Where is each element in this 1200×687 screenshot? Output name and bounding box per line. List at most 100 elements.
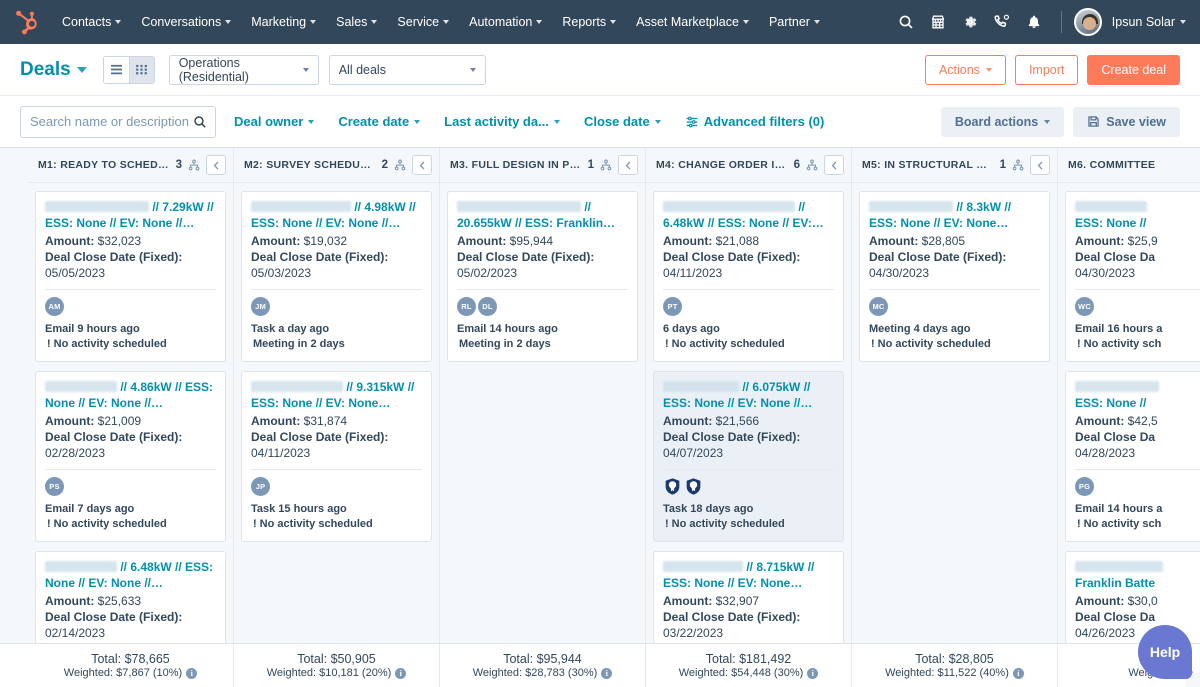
advanced-filters-button[interactable]: Advanced filters (0) xyxy=(685,114,824,129)
filter-last-activity-date[interactable]: Last activity da... xyxy=(444,114,560,129)
column-collapse-button[interactable] xyxy=(206,155,226,175)
card-divider xyxy=(45,289,216,290)
info-icon[interactable]: i xyxy=(807,667,819,679)
avatar[interactable] xyxy=(1073,8,1102,36)
owner-avatar[interactable]: MC xyxy=(869,297,888,316)
column-total-cell: Total: $78,665 Weighted: $7,867 (10%) i xyxy=(28,644,234,687)
column-automation-icon[interactable] xyxy=(188,159,200,171)
user-menu[interactable]: Ipsun Solar xyxy=(1112,15,1186,29)
column-collapse-button[interactable] xyxy=(1030,155,1050,175)
nav-item-service[interactable]: Service xyxy=(387,9,459,35)
board-actions-button[interactable]: Board actions xyxy=(940,106,1065,137)
info-icon[interactable]: i xyxy=(186,667,198,679)
deal-card[interactable]: // 7.29kW //ESS: None // EV: None //… Amo… xyxy=(35,191,226,362)
nav-item-conversations[interactable]: Conversations xyxy=(131,9,241,35)
deal-amount-value: $21,009 xyxy=(97,414,142,428)
deal-card-title: // 8.3kW //ESS: None // EV: None… xyxy=(869,200,1040,231)
deal-card[interactable]: //20.655kW // ESS: Franklin… Amount: $95,… xyxy=(447,191,638,362)
deal-card[interactable]: // 4.86kW // ESS: None // EV: None //… Amo… xyxy=(35,371,226,542)
nav-item-marketing[interactable]: Marketing xyxy=(241,9,326,35)
search-box[interactable] xyxy=(20,105,232,138)
marketplace-icon[interactable] xyxy=(923,7,953,37)
deal-card[interactable]: ESS: None //Amount: $25,9 Deal Close Da 04… xyxy=(1065,191,1200,362)
column-automation-icon[interactable] xyxy=(600,159,612,171)
info-icon[interactable]: i xyxy=(601,667,613,679)
deal-title-spec-line2: ESS: None // EV: None… xyxy=(251,395,391,410)
deal-next-activity: ! No activity scheduled xyxy=(663,517,834,532)
help-button[interactable]: Help xyxy=(1138,625,1192,679)
notifications-bell-icon[interactable] xyxy=(1019,7,1049,37)
company-shield-icon[interactable] xyxy=(684,477,703,496)
filter-create-date[interactable]: Create date xyxy=(338,114,421,129)
deal-card[interactable]: // 9.315kW //ESS: None // EV: None… Amoun… xyxy=(241,371,432,542)
page-title-label: Deals xyxy=(20,58,71,80)
nav-label: Automation xyxy=(469,15,533,29)
owner-avatar[interactable]: PT xyxy=(663,297,682,316)
warning-icon: ! xyxy=(47,338,51,350)
deal-close-date-value: 02/28/2023 xyxy=(45,446,106,460)
deal-close-date-value: 04/30/2023 xyxy=(869,266,930,280)
column-automation-icon[interactable] xyxy=(1012,159,1024,171)
deals-filter-select[interactable]: All deals xyxy=(328,54,486,85)
nav-item-reports[interactable]: Reports xyxy=(552,9,626,35)
nav-item-contacts[interactable]: Contacts xyxy=(52,9,131,35)
deal-owner-avatars: WC xyxy=(1075,297,1200,316)
column-collapse-button[interactable] xyxy=(824,155,844,175)
nav-item-partner[interactable]: Partner xyxy=(759,9,830,35)
board-totals-footer: Total: $78,665 Weighted: $7,867 (10%) i Tot… xyxy=(0,643,1200,687)
nav-item-asset-marketplace[interactable]: Asset Marketplace xyxy=(626,9,759,35)
create-deal-button[interactable]: Create deal xyxy=(1087,54,1180,85)
owner-avatar[interactable]: RL xyxy=(457,297,476,316)
warning-icon: ! xyxy=(253,518,257,530)
deal-close-date-label: Deal Close Da xyxy=(1075,430,1156,444)
owner-avatar[interactable]: PG xyxy=(1075,477,1094,496)
deal-card[interactable]: // 8.715kW //ESS: None // EV: None… Amoun… xyxy=(653,551,844,651)
owner-avatar[interactable]: JM xyxy=(251,297,270,316)
column-collapse-button[interactable] xyxy=(618,155,638,175)
search-icon[interactable] xyxy=(891,7,921,37)
user-name-label: Ipsun Solar xyxy=(1111,15,1175,29)
calling-icon[interactable] xyxy=(987,7,1017,37)
info-icon[interactable]: i xyxy=(395,667,407,679)
save-disk-icon xyxy=(1088,116,1099,127)
save-view-button[interactable]: Save view xyxy=(1073,106,1180,137)
deal-card[interactable]: // 4.98kW //ESS: None // EV: None //… Amo… xyxy=(241,191,432,362)
owner-avatar[interactable]: AM xyxy=(45,297,64,316)
deal-title-spec: // 7.29kW // xyxy=(152,200,214,214)
owner-avatar[interactable]: DL xyxy=(478,297,497,316)
import-button[interactable]: Import xyxy=(1014,54,1079,85)
filter-bar-right: Board actions Save view xyxy=(940,106,1180,137)
weighted-label: Weighted: $7,867 (10%) xyxy=(63,667,183,679)
deal-card[interactable]: ESS: None //Amount: $42,5 Deal Close Da 04… xyxy=(1065,371,1200,542)
owner-avatar[interactable]: PS xyxy=(45,477,64,496)
header-actions: Actions Import Create deal xyxy=(924,54,1180,85)
filter-close-date[interactable]: Close date xyxy=(584,114,661,129)
info-icon[interactable]: i xyxy=(1012,667,1024,679)
column-collapse-button[interactable] xyxy=(412,155,432,175)
owner-avatar[interactable]: JP xyxy=(251,477,270,496)
pipeline-select[interactable]: Operations (Residential) xyxy=(168,54,319,85)
owner-avatar[interactable]: WC xyxy=(1075,297,1094,316)
hubspot-logo[interactable] xyxy=(14,9,40,35)
column-automation-icon[interactable] xyxy=(394,159,406,171)
board-view-button[interactable] xyxy=(128,56,154,83)
nav-item-automation[interactable]: Automation xyxy=(459,9,552,35)
column-automation-icon[interactable] xyxy=(806,159,818,171)
deal-card[interactable]: //6.48kW // ESS: None // EV:… Amount: $21… xyxy=(653,191,844,362)
chevron-down-icon xyxy=(443,20,450,24)
filter-deal-owner[interactable]: Deal owner xyxy=(234,114,315,129)
deal-amount-line: Amount: $31,874 xyxy=(251,413,422,429)
settings-gear-icon[interactable] xyxy=(955,7,985,37)
nav-item-sales[interactable]: Sales xyxy=(326,9,387,35)
deal-card[interactable]: // 6.075kW //ESS: None // EV: None //… Am… xyxy=(653,371,844,542)
search-icon[interactable] xyxy=(193,115,207,129)
deal-card[interactable]: // 6.48kW // ESS: None // EV: None //… Amo… xyxy=(35,551,226,651)
deal-card[interactable]: // 8.3kW //ESS: None // EV: None… Amount:… xyxy=(859,191,1050,362)
deal-amount-line: Amount: $28,805 xyxy=(869,233,1040,249)
deal-close-date-value: 04/11/2023 xyxy=(251,446,311,460)
column-deal-count: 6 xyxy=(793,159,800,171)
list-view-button[interactable] xyxy=(103,56,129,83)
actions-button[interactable]: Actions xyxy=(924,54,1006,85)
company-shield-icon[interactable] xyxy=(663,477,682,496)
page-title[interactable]: Deals xyxy=(20,59,87,81)
